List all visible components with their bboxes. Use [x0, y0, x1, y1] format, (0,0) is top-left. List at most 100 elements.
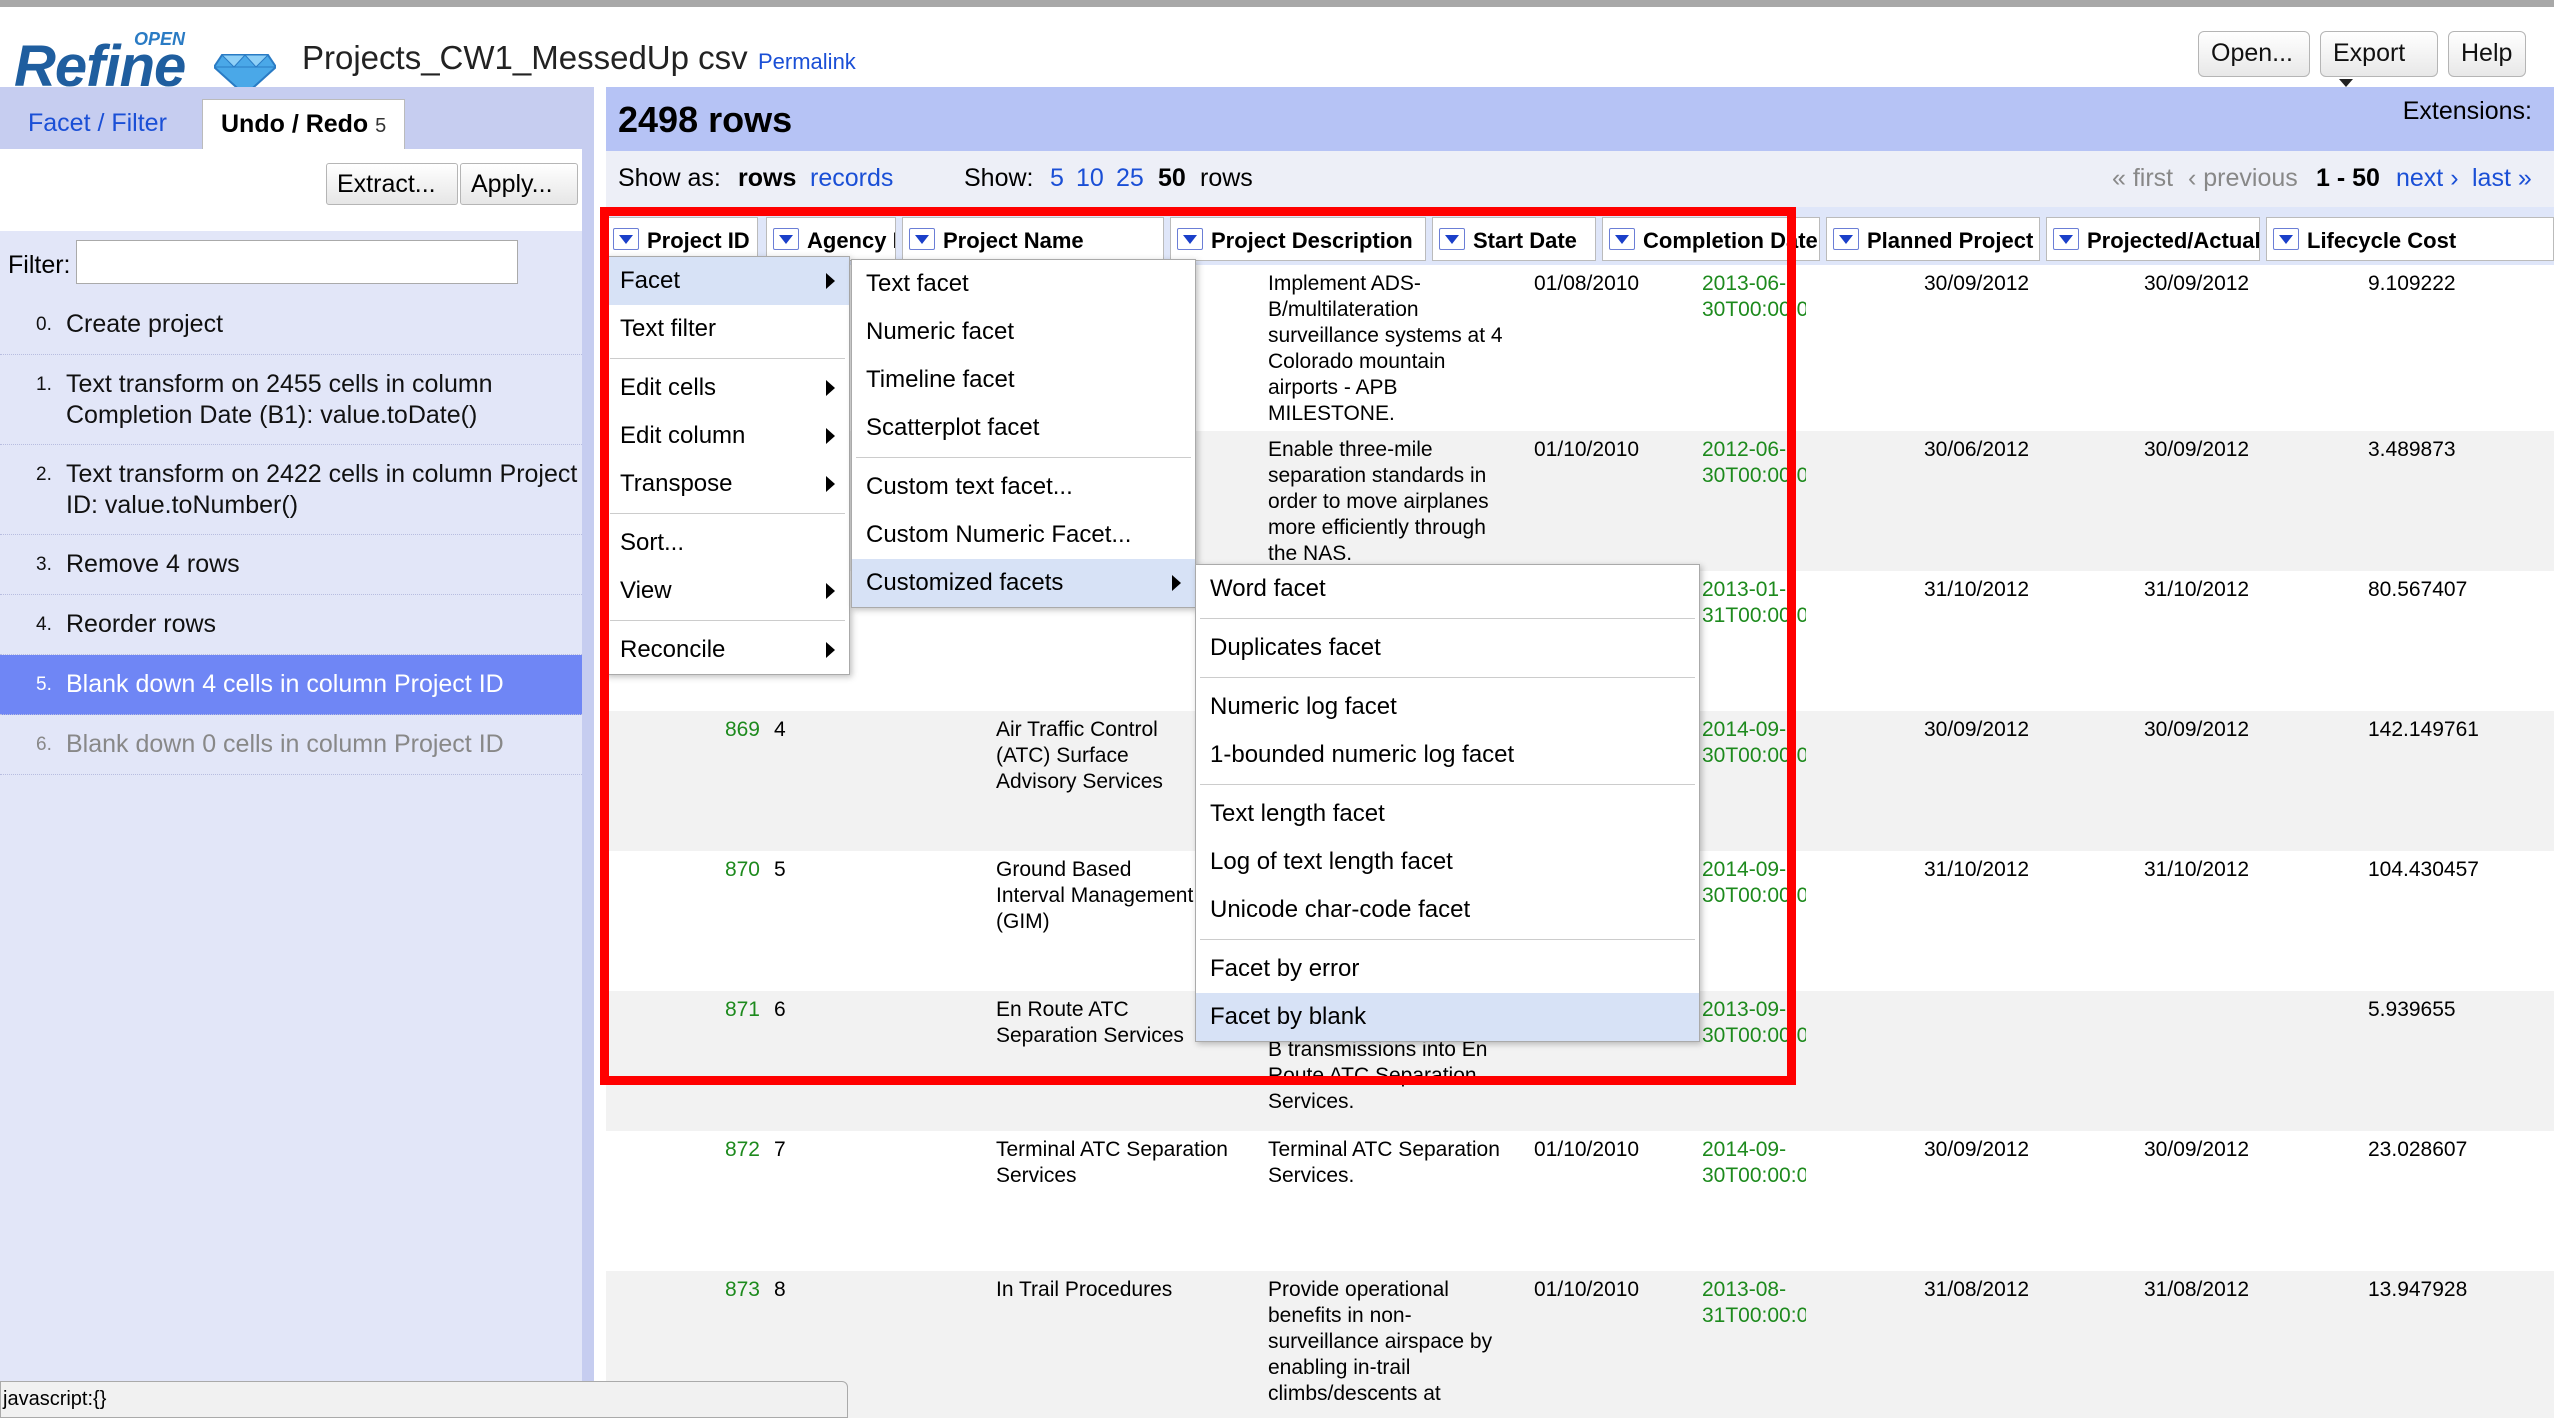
history-item-6-undone[interactable]: 6. Blank down 0 cells in column Project I… [0, 715, 582, 775]
menu-item-facet[interactable]: Facet [606, 257, 849, 305]
menu-item-label: Text facet [866, 270, 969, 297]
page-size-50[interactable]: 50 [1158, 164, 1186, 193]
cell-lifecycle-cost: 80.567407 [2368, 578, 2468, 601]
menu-separator [1200, 939, 1695, 940]
show-as-rows[interactable]: rows [738, 164, 796, 193]
menu-item-log-text-length-facet[interactable]: Log of text length facet [1196, 838, 1699, 886]
column-dropdown-icon[interactable] [909, 228, 935, 250]
menu-item-numeric-log-facet[interactable]: Numeric log facet [1196, 683, 1699, 731]
tab-undo-redo[interactable]: Undo / Redo 5 [202, 99, 406, 149]
column-header-planned-project[interactable]: Planned Project [1826, 217, 2040, 261]
column-dropdown-icon[interactable] [613, 228, 639, 250]
openrefine-logo[interactable]: OPEN Refine [14, 23, 276, 99]
permalink-link[interactable]: Permalink [758, 49, 856, 75]
menu-item-text-length-facet[interactable]: Text length facet [1196, 790, 1699, 838]
history-item-4[interactable]: 4. Reorder rows [0, 595, 582, 655]
cell-project-name: In Trail Procedures [996, 1278, 1173, 1301]
cell-project-name: En Route ATC Separation Services [996, 998, 1184, 1047]
menu-item-timeline-facet[interactable]: Timeline facet [852, 356, 1195, 404]
column-dropdown-icon[interactable] [773, 228, 799, 250]
chevron-right-icon [826, 476, 835, 492]
history-number: 6. [36, 734, 52, 755]
pager-last[interactable]: last » [2472, 164, 2532, 193]
cell-row-number[interactable]: 872 [646, 1137, 760, 1163]
page-size-10[interactable]: 10 [1076, 164, 1104, 193]
cell-agency-id: 4 [774, 718, 786, 741]
menu-item-facet-by-blank[interactable]: Facet by blank [1196, 993, 1699, 1041]
column-dropdown-icon[interactable] [2273, 228, 2299, 250]
history-text: Blank down 0 cells in column Project ID [66, 730, 504, 758]
page-size-5[interactable]: 5 [1050, 164, 1064, 193]
menu-item-view[interactable]: View [606, 567, 849, 615]
page-size-25[interactable]: 25 [1116, 164, 1144, 193]
pager-previous[interactable]: ‹ previous [2188, 164, 2298, 193]
column-dropdown-icon[interactable] [1439, 228, 1465, 250]
pager-first[interactable]: « first [2112, 164, 2173, 193]
menu-item-bounded-numeric-log-facet[interactable]: 1-bounded numeric log facet [1196, 731, 1699, 779]
column-dropdown-icon[interactable] [1609, 228, 1635, 250]
extract-button[interactable]: Extract... [326, 163, 458, 205]
menu-item-customized-facets[interactable]: Customized facets [852, 559, 1195, 607]
menu-item-sort[interactable]: Sort... [606, 519, 849, 567]
history-number: 0. [36, 314, 52, 335]
column-header-projected-actual[interactable]: Projected/Actual [2046, 217, 2260, 261]
cell-project-name: Air Traffic Control (ATC) Surface Adviso… [996, 718, 1163, 793]
column-dropdown-icon[interactable] [1177, 228, 1203, 250]
menu-item-facet-by-error[interactable]: Facet by error [1196, 945, 1699, 993]
cell-planned: 30/09/2012 [1924, 1138, 2030, 1161]
open-button[interactable]: Open... [2198, 31, 2310, 77]
cell-completion-date: 2014-09-30T00:00:00Z [1702, 1138, 1806, 1187]
column-title: Projected/Actual [2087, 228, 2260, 253]
menu-item-word-facet[interactable]: Word facet [1196, 565, 1699, 613]
history-number: 5. [36, 674, 52, 695]
menu-item-text-facet[interactable]: Text facet [852, 260, 1195, 308]
show-label: Show: [964, 164, 1034, 192]
menu-item-numeric-facet[interactable]: Numeric facet [852, 308, 1195, 356]
view-options-bar: Show as: rows records Show: 5 10 25 50 r… [606, 151, 2554, 207]
column-header-project-name[interactable]: Project Name [902, 217, 1164, 261]
menu-item-custom-text-facet[interactable]: Custom text facet... [852, 463, 1195, 511]
cell-row-number[interactable]: 873 [646, 1277, 760, 1303]
cell-completion-date: 2013-06-30T00:00:00Z [1702, 272, 1806, 321]
column-header-project-description[interactable]: Project Description [1170, 217, 1426, 261]
cell-row-number[interactable]: 871 [646, 997, 760, 1023]
menu-item-edit-cells[interactable]: Edit cells [606, 364, 849, 412]
help-button[interactable]: Help [2448, 31, 2526, 77]
chevron-right-icon [826, 583, 835, 599]
history-item-2[interactable]: 2. Text transform on 2422 cells in column… [0, 445, 582, 535]
menu-item-unicode-char-code-facet[interactable]: Unicode char-code facet [1196, 886, 1699, 934]
column-header-start-date[interactable]: Start Date [1432, 217, 1596, 261]
menu-item-edit-column[interactable]: Edit column [606, 412, 849, 460]
column-header-lifecycle-cost[interactable]: Lifecycle Cost [2266, 217, 2554, 261]
table-row: 873 8 In Trail Procedures Provide operat… [606, 1271, 2554, 1418]
column-dropdown-icon[interactable] [1833, 228, 1859, 250]
apply-button[interactable]: Apply... [460, 163, 578, 205]
column-header-completion-date[interactable]: Completion Date [1602, 217, 1820, 261]
cell-row-number[interactable]: 869 [646, 717, 760, 743]
pager-next[interactable]: next › [2396, 164, 2459, 193]
history-item-3[interactable]: 3. Remove 4 rows [0, 535, 582, 595]
show-as-records-link[interactable]: records [810, 164, 893, 193]
export-button[interactable]: Export [2320, 31, 2438, 88]
history-item-0[interactable]: 0. Create project [0, 295, 582, 355]
menu-item-reconcile[interactable]: Reconcile [606, 626, 849, 674]
column-header-agency-project[interactable]: Agency Project I [766, 217, 896, 261]
project-title[interactable]: Projects_CW1_MessedUp csv [302, 39, 748, 77]
menu-item-scatterplot-facet[interactable]: Scatterplot facet [852, 404, 1195, 452]
cell-lifecycle-cost: 9.109222 [2368, 272, 2456, 295]
cell-row-number[interactable]: 870 [646, 857, 760, 883]
cell-projected: 30/09/2012 [2144, 438, 2250, 461]
menu-item-custom-numeric-facet[interactable]: Custom Numeric Facet... [852, 511, 1195, 559]
window-top-border [0, 0, 2554, 7]
tab-facet-filter[interactable]: Facet / Filter [10, 99, 185, 149]
menu-item-text-filter[interactable]: Text filter [606, 305, 849, 353]
history-item-1[interactable]: 1. Text transform on 2455 cells in column… [0, 355, 582, 445]
filter-input[interactable] [76, 240, 518, 284]
extensions-label[interactable]: Extensions: [2403, 97, 2532, 126]
menu-item-transpose[interactable]: Transpose [606, 460, 849, 508]
history-item-5-selected[interactable]: 5. Blank down 4 cells in column Project I… [0, 655, 582, 715]
cell-description: Provide operational benefits in non-surv… [1268, 1278, 1493, 1405]
menu-item-duplicates-facet[interactable]: Duplicates facet [1196, 624, 1699, 672]
column-header-project-id[interactable]: Project ID [606, 217, 758, 261]
column-dropdown-icon[interactable] [2053, 228, 2079, 250]
